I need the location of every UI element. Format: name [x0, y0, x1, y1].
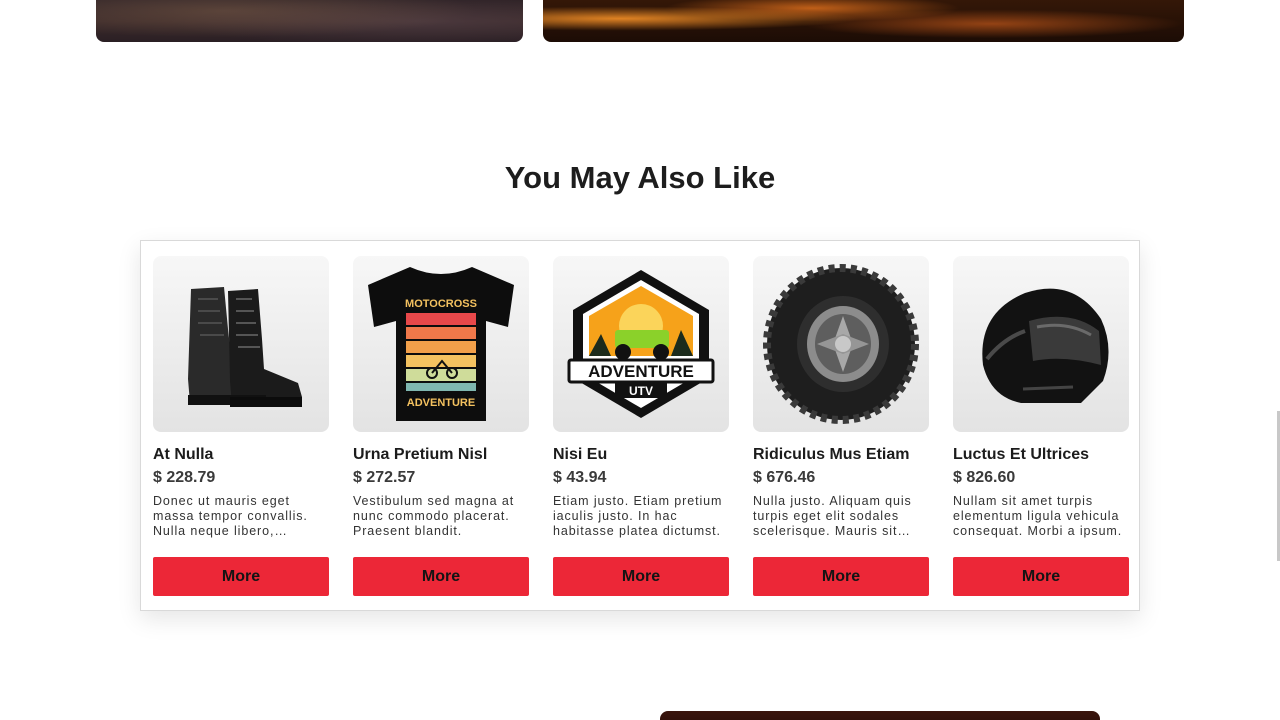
product-description: Etiam justo. Etiam pretium iaculis justo… — [553, 494, 723, 538]
product-name[interactable]: Luctus Et Ultrices — [953, 445, 1129, 465]
more-button[interactable]: More — [753, 557, 929, 596]
more-button[interactable]: More — [153, 557, 329, 596]
badge-text-sub: UTV — [629, 384, 653, 398]
hero-image-left[interactable] — [96, 0, 523, 42]
utv-badge-icon: ADVENTURE UTV — [567, 270, 715, 418]
product-card[interactable]: MOTOCROSS ADVENTURE Urna Pretium Nisl $ … — [353, 256, 529, 596]
product-description: Nulla justo. Aliquam quis turpis eget el… — [753, 494, 912, 538]
product-description: Donec ut mauris eget massa tempor conval… — [153, 494, 308, 538]
more-button[interactable]: More — [953, 557, 1129, 596]
tire-icon — [763, 264, 919, 424]
tshirt-text-bottom: ADVENTURE — [407, 397, 475, 409]
product-price: $ 43.94 — [553, 469, 607, 486]
product-price: $ 272.57 — [353, 469, 416, 486]
tshirt-text-top: MOTOCROSS — [405, 298, 477, 310]
product-price: $ 228.79 — [153, 469, 216, 486]
product-image[interactable] — [953, 256, 1129, 432]
product-card[interactable]: At Nulla $ 228.79 Donec ut mauris eget m… — [153, 256, 329, 596]
product-image[interactable] — [153, 256, 329, 432]
product-price: $ 676.46 — [753, 469, 816, 486]
product-name[interactable]: At Nulla — [153, 445, 329, 465]
product-image[interactable]: ADVENTURE UTV — [553, 256, 729, 432]
tshirt-icon: MOTOCROSS ADVENTURE — [368, 267, 514, 421]
product-name[interactable]: Urna Pretium Nisl — [353, 445, 529, 465]
product-carousel: At Nulla $ 228.79 Donec ut mauris eget m… — [140, 240, 1140, 611]
product-price: $ 826.60 — [953, 469, 1016, 486]
product-card[interactable]: Ridiculus Mus Etiam $ 676.46 Nulla justo… — [753, 256, 929, 596]
product-description: Vestibulum sed magna at nunc commodo pla… — [353, 494, 515, 538]
product-card[interactable]: Luctus Et Ultrices $ 826.60 Nullam sit a… — [953, 256, 1129, 596]
product-name[interactable]: Ridiculus Mus Etiam — [753, 445, 929, 465]
product-image[interactable] — [753, 256, 929, 432]
boots-icon — [188, 287, 302, 407]
more-button[interactable]: More — [553, 557, 729, 596]
section-title: You May Also Like — [504, 160, 776, 195]
product-image[interactable]: MOTOCROSS ADVENTURE — [353, 256, 529, 432]
product-name[interactable]: Nisi Eu — [553, 445, 729, 465]
helmet-icon — [982, 288, 1109, 403]
badge-text-main: ADVENTURE — [588, 362, 694, 381]
product-description: Nullam sit amet turpis elementum ligula … — [953, 494, 1123, 538]
product-card[interactable]: ADVENTURE UTV Nisi Eu $ 43.94 Etiam just… — [553, 256, 729, 596]
hero-image-right[interactable] — [543, 0, 1184, 42]
bottom-banner-image[interactable] — [660, 711, 1100, 720]
more-button[interactable]: More — [353, 557, 529, 596]
